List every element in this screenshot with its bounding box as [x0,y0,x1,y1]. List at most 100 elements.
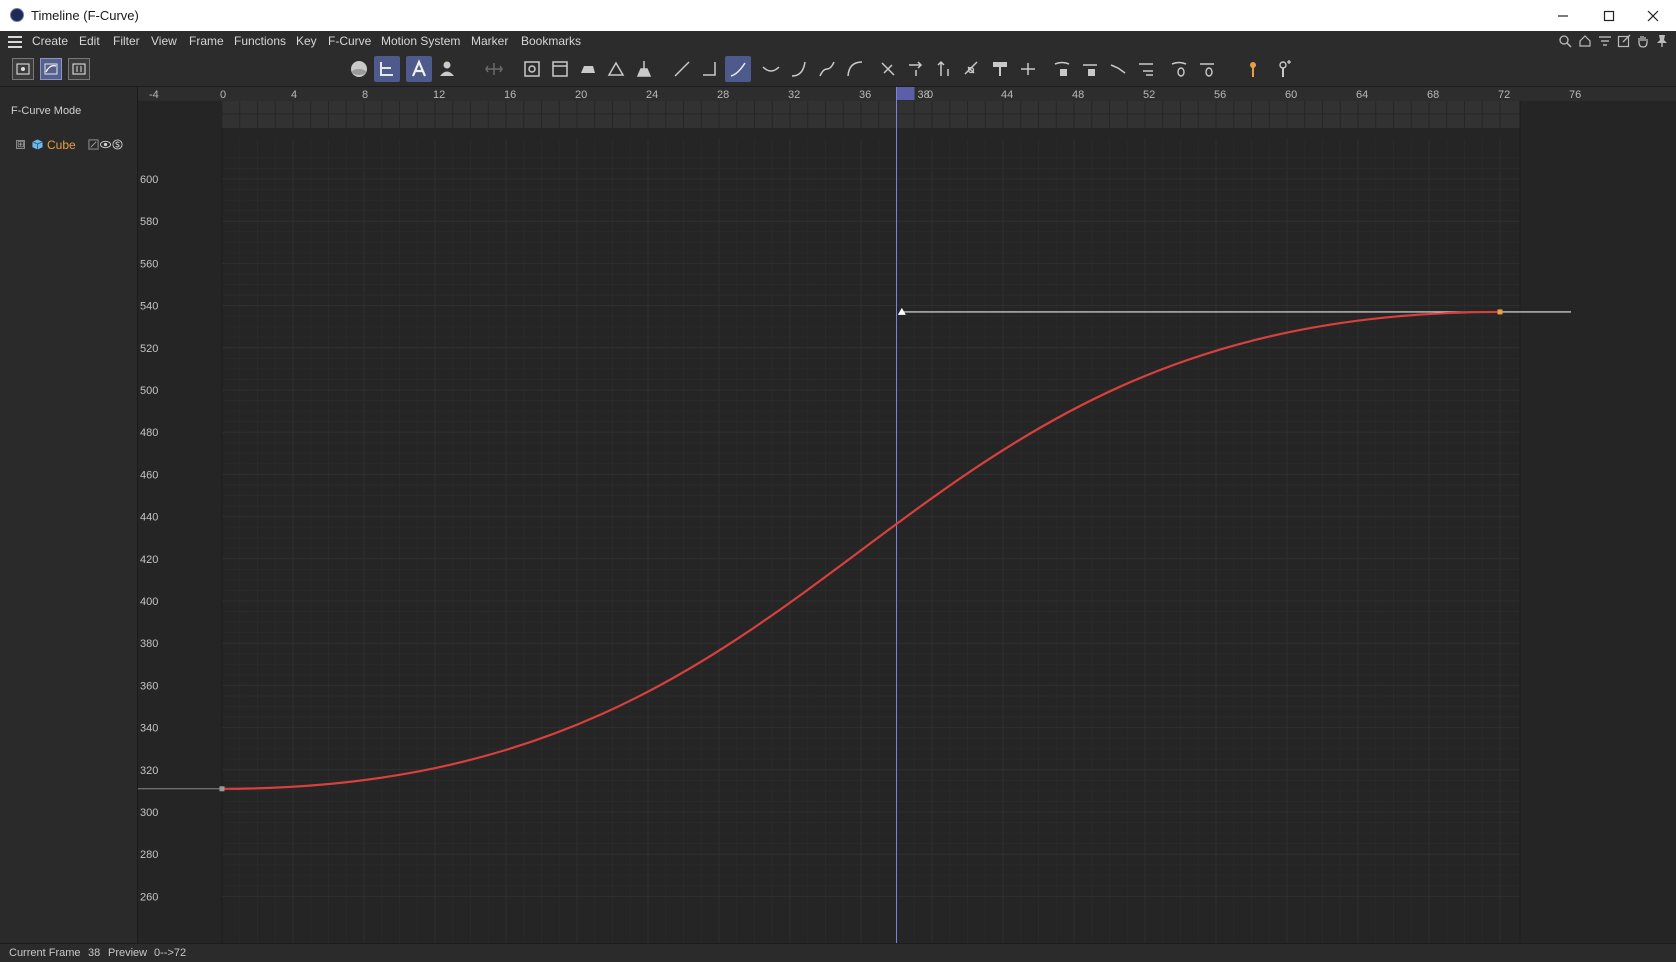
pin-icon[interactable] [1655,34,1669,48]
value-tick-label: 460 [140,469,158,481]
break-tangent-button[interactable] [875,56,901,82]
ease-out-button[interactable] [814,56,840,82]
keyframe-end [1497,309,1503,315]
clean-button[interactable] [631,56,657,82]
ease-curve-icon [847,61,863,77]
paint-button[interactable] [987,56,1013,82]
menu-bookmarks[interactable]: Bookmarks [521,34,581,48]
value-tick-label: 480 [140,427,158,439]
spline-button[interactable] [725,56,751,82]
value-tick-label: 360 [140,680,158,692]
menu-filter[interactable]: Filter [113,34,140,48]
camera-icon [581,66,595,73]
expand-toggle[interactable]: ⊞ [16,140,25,149]
menu-functions[interactable]: Functions [234,34,286,48]
maximize-button[interactable] [1586,0,1632,31]
edit-flag-icon[interactable] [88,139,99,150]
fcurve-mode-button[interactable] [40,58,62,80]
triangle-button[interactable] [603,56,629,82]
frame-tick-label: 0 [927,89,933,101]
move-button[interactable] [481,56,507,82]
mode-label: F-Curve Mode [11,105,82,117]
menu-key[interactable]: Key [296,34,317,48]
menu-marker[interactable]: Marker [471,34,508,48]
menu-f-curve[interactable]: F-Curve [328,34,371,48]
hierarchy-button[interactable] [374,56,400,82]
zero-tangent-button[interactable] [1194,56,1220,82]
curve-mode-icon [44,63,58,75]
value-tick-label: 520 [140,343,158,355]
frame-all-icon [524,61,540,77]
zero-angle-button[interactable] [1105,56,1131,82]
lock-value-button[interactable] [1049,56,1075,82]
value-tick-label: 540 [140,301,158,313]
zero-tangent-icon [1200,63,1214,77]
fcurve-graph-canvas[interactable]: -4 0 4 8 12 16 20 24 28 32 36 44 48 52 56 60 64 68 72 76380… [138,87,1676,943]
frame-tick-label: 0 [220,89,226,101]
show-text-button[interactable] [406,56,432,82]
object-panel: F-Curve Mode ⊞ Cube [0,87,138,943]
linear-button[interactable] [669,56,695,82]
menu-edit[interactable]: Edit [79,34,100,48]
marker-add-button[interactable] [1270,56,1296,82]
frame-tick-label: 72 [1498,89,1510,101]
frame-tick-label: 76 [1569,89,1581,101]
filter-icon[interactable] [1598,34,1612,48]
sphere-icon [351,61,367,77]
clips-icon [72,63,86,75]
zero-length-button[interactable] [1133,56,1159,82]
scale-tangent-button[interactable] [903,56,929,82]
zero-angle-icon [1110,64,1126,74]
frame-all-button[interactable] [519,56,545,82]
ease-in-button[interactable] [786,56,812,82]
minimize-button[interactable] [1540,0,1586,31]
menu-view[interactable]: View [151,34,177,48]
keyframe-start [219,786,225,792]
visibility-eye-icon[interactable] [100,139,111,150]
align-tangent-icon [937,60,949,76]
camera-button[interactable] [575,56,601,82]
zero-key-button[interactable] [1166,56,1192,82]
minimize-icon [1558,14,1568,17]
open-window-icon[interactable] [1617,34,1631,48]
auto-tangent-button[interactable] [959,56,985,82]
frame-tick-label: 60 [1285,89,1297,101]
value-tick-label: 500 [140,385,158,397]
sphere-button[interactable] [346,56,372,82]
frame-tick-label: 24 [646,89,658,101]
frame-selected-icon [552,61,568,77]
move-icon [485,63,503,75]
frame-tick-label: -4 [149,89,159,101]
dopesheet-mode-button[interactable] [12,58,34,80]
close-button[interactable] [1630,0,1676,31]
ease-curve-button[interactable] [842,56,868,82]
motion-mode-button[interactable] [68,58,90,80]
menu-frame[interactable]: Frame [189,34,224,48]
hand-icon[interactable] [1636,34,1650,48]
split-button[interactable] [1015,56,1041,82]
frame-tick-label: 16 [504,89,516,101]
object-row-cube[interactable]: ⊞ Cube [16,138,136,154]
text-icon [411,59,427,77]
frame-selected-button[interactable] [547,56,573,82]
value-tick-label: 320 [140,765,158,777]
solo-icon[interactable] [112,139,123,150]
person-button[interactable] [434,56,460,82]
ease-button[interactable] [758,56,784,82]
step-button[interactable] [697,56,723,82]
frame-tick-label: 52 [1143,89,1155,101]
hamburger-menu-icon[interactable] [8,36,22,48]
menu-motion-system[interactable]: Motion System [381,34,460,48]
lock-time-button[interactable] [1077,56,1103,82]
toolbar [0,52,1676,87]
home-icon[interactable] [1578,34,1592,48]
break-tangent-icon [881,62,895,76]
align-tangent-button[interactable] [931,56,957,82]
menu-create[interactable]: Create [32,34,68,48]
fcurve-graph[interactable]: -4 0 4 8 12 16 20 24 28 32 36 44 48 52 56 60 64 68 72 76 38 0… [138,87,1676,943]
scale-tangent-icon [909,61,923,76]
search-icon[interactable] [1558,34,1572,48]
paint-icon [993,62,1007,76]
marker-button[interactable] [1240,56,1266,82]
value-tick-label: 280 [140,849,158,861]
